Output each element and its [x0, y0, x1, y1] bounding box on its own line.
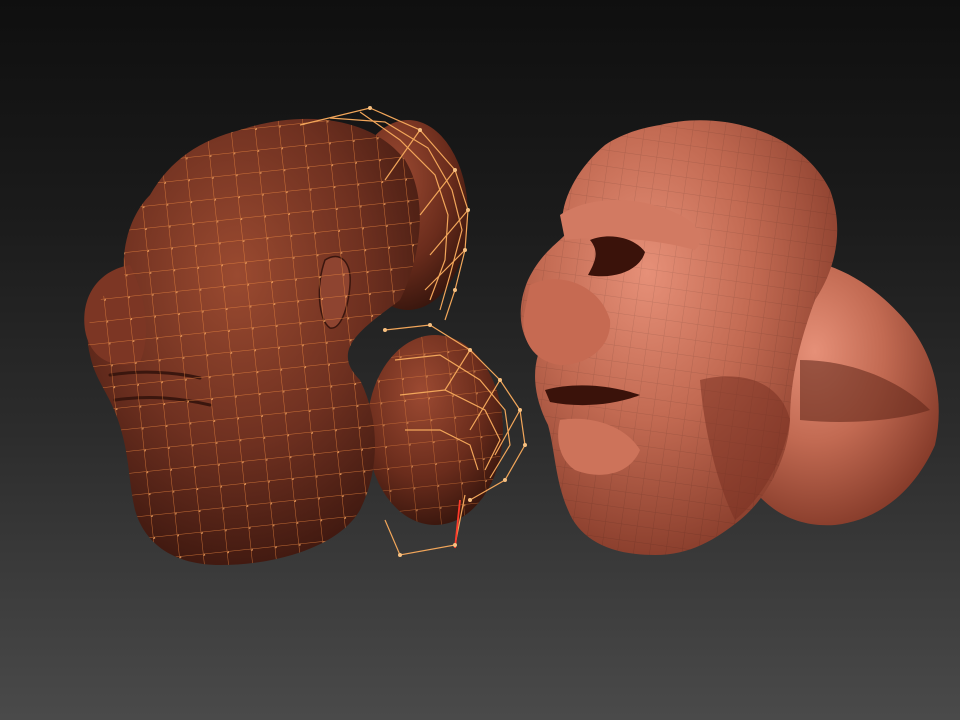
viewport-canvas[interactable] — [0, 0, 960, 720]
lowpoly-model[interactable] — [520, 120, 939, 555]
sculpt-wireframe — [87, 118, 420, 565]
3d-viewport[interactable] — [0, 0, 960, 720]
basemesh-model[interactable] — [84, 106, 527, 565]
